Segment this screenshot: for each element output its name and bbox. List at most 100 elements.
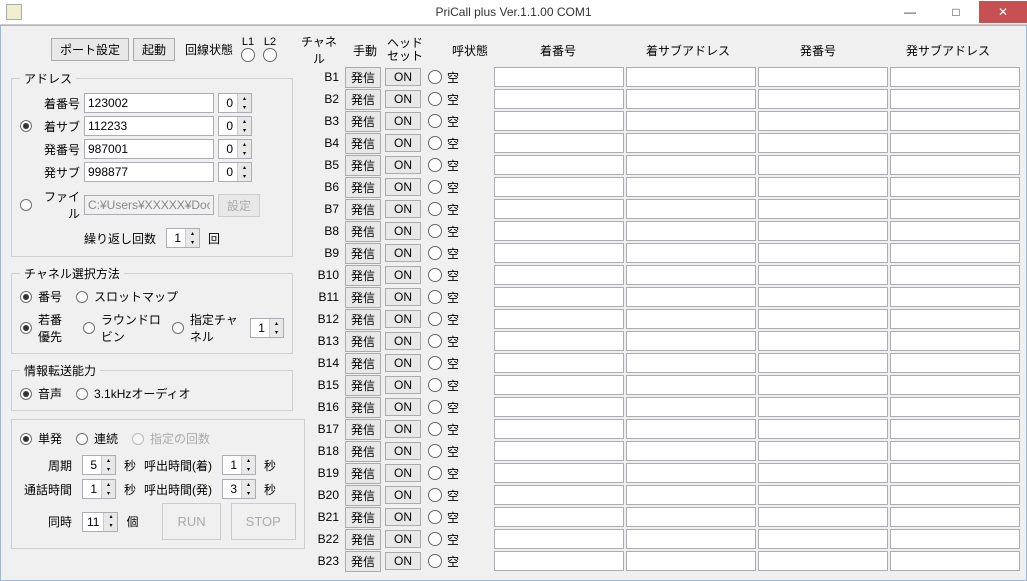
single-radio[interactable]: [20, 433, 32, 445]
called-sub-cell[interactable]: [626, 309, 756, 329]
calling-sub-cell[interactable]: [890, 67, 1020, 87]
hassin-button[interactable]: 発信: [345, 133, 381, 154]
calling-num-cell[interactable]: [758, 485, 888, 505]
called-num-cell[interactable]: [494, 221, 624, 241]
talk-stepper[interactable]: 1▴▾: [82, 479, 116, 499]
headset-on-button[interactable]: ON: [385, 200, 421, 218]
calling-num-cell[interactable]: [758, 551, 888, 571]
calling-num-cell[interactable]: [758, 331, 888, 351]
start-button[interactable]: 起動: [133, 38, 175, 61]
called-num-cell[interactable]: [494, 463, 624, 483]
hassin-button[interactable]: 発信: [345, 243, 381, 264]
calling-sub-cell[interactable]: [890, 375, 1020, 395]
called-sub-cell[interactable]: [626, 485, 756, 505]
number-radio[interactable]: [20, 291, 32, 303]
headset-on-button[interactable]: ON: [385, 530, 421, 548]
concurrent-stepper[interactable]: 11▴▾: [82, 512, 118, 532]
calling-sub-cell[interactable]: [890, 397, 1020, 417]
called-sub-cell[interactable]: [626, 441, 756, 461]
hassin-button[interactable]: 発信: [345, 67, 381, 88]
hassin-button[interactable]: 発信: [345, 463, 381, 484]
called-sub-cell[interactable]: [626, 375, 756, 395]
headset-on-button[interactable]: ON: [385, 222, 421, 240]
calling-num-cell[interactable]: [758, 287, 888, 307]
hassin-button[interactable]: 発信: [345, 375, 381, 396]
called-sub-cell[interactable]: [626, 507, 756, 527]
calling-num-combo[interactable]: 0▴▾: [218, 139, 252, 159]
headset-on-button[interactable]: ON: [385, 156, 421, 174]
headset-on-button[interactable]: ON: [385, 178, 421, 196]
headset-on-button[interactable]: ON: [385, 244, 421, 262]
called-num-combo[interactable]: 0▴▾: [218, 93, 252, 113]
calling-num-cell[interactable]: [758, 529, 888, 549]
calling-num-cell[interactable]: [758, 133, 888, 153]
called-sub-cell[interactable]: [626, 265, 756, 285]
hassin-button[interactable]: 発信: [345, 309, 381, 330]
calling-sub-cell[interactable]: [890, 529, 1020, 549]
calling-sub-cell[interactable]: [890, 199, 1020, 219]
called-num-cell[interactable]: [494, 133, 624, 153]
called-num-cell[interactable]: [494, 485, 624, 505]
headset-on-button[interactable]: ON: [385, 310, 421, 328]
called-sub-cell[interactable]: [626, 287, 756, 307]
stop-button[interactable]: STOP: [231, 503, 296, 540]
called-num-cell[interactable]: [494, 199, 624, 219]
headset-on-button[interactable]: ON: [385, 376, 421, 394]
period-stepper[interactable]: 5▴▾: [82, 455, 116, 475]
minimize-button[interactable]: —: [887, 1, 933, 23]
called-sub-cell[interactable]: [626, 353, 756, 373]
run-button[interactable]: RUN: [162, 503, 220, 540]
headset-on-button[interactable]: ON: [385, 420, 421, 438]
hassin-button[interactable]: 発信: [345, 419, 381, 440]
hassin-button[interactable]: 発信: [345, 397, 381, 418]
called-num-cell[interactable]: [494, 89, 624, 109]
calling-num-cell[interactable]: [758, 419, 888, 439]
called-num-cell[interactable]: [494, 331, 624, 351]
spec-channel-radio[interactable]: [172, 322, 184, 334]
calling-sub-cell[interactable]: [890, 89, 1020, 109]
hassin-button[interactable]: 発信: [345, 331, 381, 352]
calling-sub-cell[interactable]: [890, 155, 1020, 175]
headset-on-button[interactable]: ON: [385, 442, 421, 460]
calling-sub-combo[interactable]: 0▴▾: [218, 162, 252, 182]
called-num-cell[interactable]: [494, 155, 624, 175]
called-num-cell[interactable]: [494, 243, 624, 263]
calling-num-cell[interactable]: [758, 221, 888, 241]
headset-on-button[interactable]: ON: [385, 486, 421, 504]
headset-on-button[interactable]: ON: [385, 134, 421, 152]
calling-sub-cell[interactable]: [890, 441, 1020, 461]
called-sub-cell[interactable]: [626, 463, 756, 483]
calling-num-cell[interactable]: [758, 243, 888, 263]
called-sub-cell[interactable]: [626, 111, 756, 131]
audio31k-radio[interactable]: [76, 388, 88, 400]
hassin-button[interactable]: 発信: [345, 485, 381, 506]
headset-on-button[interactable]: ON: [385, 332, 421, 350]
roundrobin-radio[interactable]: [83, 322, 95, 334]
calling-num-cell[interactable]: [758, 111, 888, 131]
calling-sub-cell[interactable]: [890, 243, 1020, 263]
spec-channel-stepper[interactable]: 1▴▾: [250, 318, 284, 338]
calling-num-cell[interactable]: [758, 177, 888, 197]
called-num-cell[interactable]: [494, 441, 624, 461]
hassin-button[interactable]: 発信: [345, 529, 381, 550]
hassin-button[interactable]: 発信: [345, 265, 381, 286]
called-sub-cell[interactable]: [626, 243, 756, 263]
hassin-button[interactable]: 発信: [345, 441, 381, 462]
called-sub-cell[interactable]: [626, 529, 756, 549]
calling-sub-cell[interactable]: [890, 419, 1020, 439]
calling-num-cell[interactable]: [758, 155, 888, 175]
headset-on-button[interactable]: ON: [385, 552, 421, 570]
calling-num-cell[interactable]: [758, 67, 888, 87]
called-num-cell[interactable]: [494, 551, 624, 571]
called-sub-cell[interactable]: [626, 397, 756, 417]
calling-sub-cell[interactable]: [890, 507, 1020, 527]
calling-num-cell[interactable]: [758, 463, 888, 483]
calling-sub-cell[interactable]: [890, 265, 1020, 285]
calling-sub-cell[interactable]: [890, 463, 1020, 483]
hassin-button[interactable]: 発信: [345, 177, 381, 198]
called-sub-cell[interactable]: [626, 551, 756, 571]
hassin-button[interactable]: 発信: [345, 551, 381, 572]
called-num-cell[interactable]: [494, 265, 624, 285]
maximize-button[interactable]: □: [933, 1, 979, 23]
headset-on-button[interactable]: ON: [385, 288, 421, 306]
